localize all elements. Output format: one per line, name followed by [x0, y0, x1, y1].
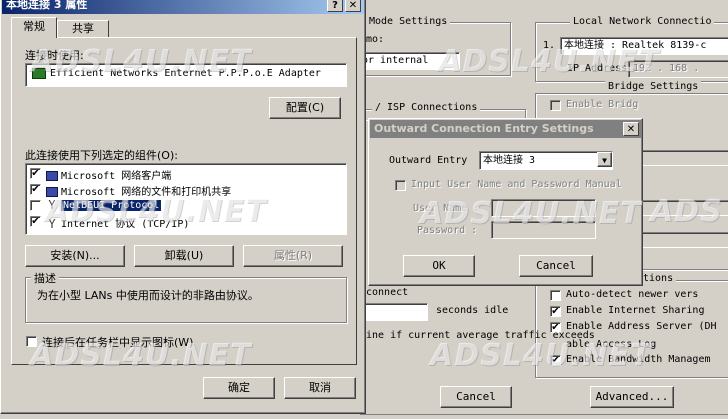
ip-address-label: IP Address	[567, 63, 628, 74]
autodetect-label: Auto-detect newer vers	[566, 289, 699, 300]
properties-button[interactable]: 属性(R)	[243, 245, 343, 267]
entry-dialog-titlebar: Outward Connection Entry Settings	[370, 120, 641, 138]
seconds-idle-label: seconds idle	[436, 305, 509, 316]
properties-window: 本地连接 3 属性 ? ✕ 常规 共享 连接时使用: Efficient Net…	[0, 0, 366, 414]
mode-settings-label: Mode Settings	[366, 16, 451, 27]
ip-address-value: 192 . 168 .	[633, 63, 700, 74]
install-button[interactable]: 安装(N)...	[25, 245, 125, 267]
chevron-down-icon: ▼	[602, 156, 607, 165]
bridge-list-3	[630, 232, 728, 248]
enable-bridge-checkbox[interactable]	[550, 100, 561, 111]
network-adapter-icon	[32, 67, 46, 79]
components-label: 此连接使用下列选定的组件(O):	[25, 149, 178, 162]
bridge-list-2	[630, 200, 728, 216]
entry-ok-button[interactable]: OK	[403, 255, 475, 277]
close-icon: ✕	[348, 0, 358, 11]
isp-connections-label: / ISP Connections	[372, 102, 481, 113]
uninstall-button[interactable]: 卸载(U)	[134, 245, 234, 267]
advanced-button[interactable]: Advanced...	[590, 386, 674, 408]
show-icon-label: 连接后在任务栏中显示图标(W)	[42, 336, 194, 349]
component-label: Y Internet 协议 (TCP/IP)	[46, 215, 189, 230]
ip-address-field[interactable]: 192 . 168 .	[628, 60, 728, 78]
components-list[interactable]: ✔ Microsoft 网络客户端 ✔ Microsoft 网络的文件和打印机共…	[25, 163, 347, 235]
password-label: Password :	[417, 225, 478, 236]
entry-cancel-button[interactable]: Cancel	[519, 255, 593, 277]
file-share-icon	[46, 187, 58, 197]
user-name-label: User Name :	[413, 203, 480, 214]
description-label: 描述	[31, 270, 59, 286]
adapter-box: Efficient Networks Enternet P.P.P.o.E Ad…	[25, 63, 347, 87]
traffic-label: ine if current average traffic exceeds	[366, 330, 595, 341]
outward-entry-value: 本地连接 3	[483, 155, 536, 166]
adapter-name: Efficient Networks Enternet P.P.P.o.E Ad…	[50, 68, 321, 79]
internal-field[interactable]: or internal	[360, 52, 460, 70]
input-user-checkbox[interactable]	[395, 180, 406, 191]
adapter-select[interactable]: 本地连接 : Realtek 8139-c	[560, 37, 728, 55]
component-0-text: Microsoft 网络客户端	[61, 171, 172, 182]
local-network-label: Local Network Connectio	[570, 16, 715, 27]
tab-sharing[interactable]: 共享	[57, 20, 109, 38]
dropdown-button[interactable]: ▼	[597, 152, 612, 167]
component-checkbox[interactable]: ✔	[30, 184, 41, 195]
idle-seconds-field[interactable]	[360, 303, 428, 321]
password-input[interactable]	[491, 221, 596, 239]
description-text: 为在小型 LANs 中使用而设计的非路由协议。	[37, 289, 259, 302]
client-icon	[46, 171, 58, 181]
ok-button[interactable]: 确定	[203, 377, 275, 399]
bandwidth-checkbox[interactable]: ✔	[550, 355, 561, 366]
component-label: Y NetBEUI Protocol	[46, 198, 162, 212]
back-cancel-button[interactable]: Cancel	[440, 386, 512, 408]
protocol-icon: Y	[48, 198, 56, 212]
connect-using-label: 连接时使用:	[25, 49, 84, 62]
component-label: Microsoft 网络客户端	[46, 167, 171, 182]
internet-sharing-checkbox[interactable]: ✔	[550, 306, 561, 317]
entry-close-button[interactable]: ✕	[623, 122, 639, 136]
entry-dialog: Outward Connection Entry Settings ✕ Outw…	[368, 118, 643, 286]
help-icon: ?	[332, 0, 338, 11]
bridge-settings-label: Bridge Settings	[605, 81, 702, 92]
enable-bridge-label: Enable Bridg	[566, 99, 639, 110]
component-checkbox[interactable]: ✔	[30, 168, 41, 179]
protocol-icon: Y	[48, 217, 56, 231]
properties-titlebar: 本地连接 3 属性	[2, 0, 364, 14]
disconnect-label: connect	[366, 287, 409, 298]
mode-label: mo:	[366, 34, 385, 45]
component-checkbox[interactable]	[30, 200, 41, 211]
outward-entry-label: Outward Entry	[389, 155, 468, 166]
adapter-value: 本地连接 : Realtek 8139-c	[564, 40, 707, 51]
bridge-list-1	[630, 150, 728, 166]
options-label: tions	[640, 273, 677, 284]
close-icon: ✕	[626, 124, 636, 135]
autodetect-checkbox[interactable]	[550, 290, 561, 301]
component-checkbox[interactable]: ✔	[30, 216, 41, 227]
internal-value: or internal	[362, 55, 429, 66]
outward-entry-select[interactable]: 本地连接 3 ▼	[479, 151, 613, 170]
user-name-input[interactable]	[491, 199, 596, 217]
bandwidth-label: Enable Bandwidth Managem	[566, 354, 711, 365]
adapter-index: 1.	[543, 40, 556, 51]
internet-sharing-label: Enable Internet Sharing	[566, 305, 705, 316]
component-label: Microsoft 网络的文件和打印机共享	[46, 183, 231, 198]
tab-general-label: 常规	[23, 20, 45, 33]
configure-button[interactable]: 配置(C)	[269, 97, 341, 119]
cancel-button[interactable]: 取消	[284, 377, 356, 399]
back-bottom-edge	[360, 414, 728, 419]
properties-title: 本地连接 3 属性	[6, 0, 88, 11]
tab-general[interactable]: 常规	[11, 17, 57, 38]
properties-close-button[interactable]: ✕	[345, 0, 361, 12]
component-2-text: NetBEUI Protocol	[61, 200, 162, 211]
entry-dialog-title: Outward Connection Entry Settings	[374, 122, 594, 135]
show-icon-checkbox[interactable]	[26, 336, 37, 347]
component-3-text: Internet 协议 (TCP/IP)	[61, 219, 190, 230]
tab-sharing-label: 共享	[72, 22, 94, 35]
component-1-text: Microsoft 网络的文件和打印机共享	[61, 187, 232, 198]
help-button[interactable]: ?	[327, 0, 343, 12]
input-user-label: Input User Name and Password Manual	[411, 179, 622, 190]
